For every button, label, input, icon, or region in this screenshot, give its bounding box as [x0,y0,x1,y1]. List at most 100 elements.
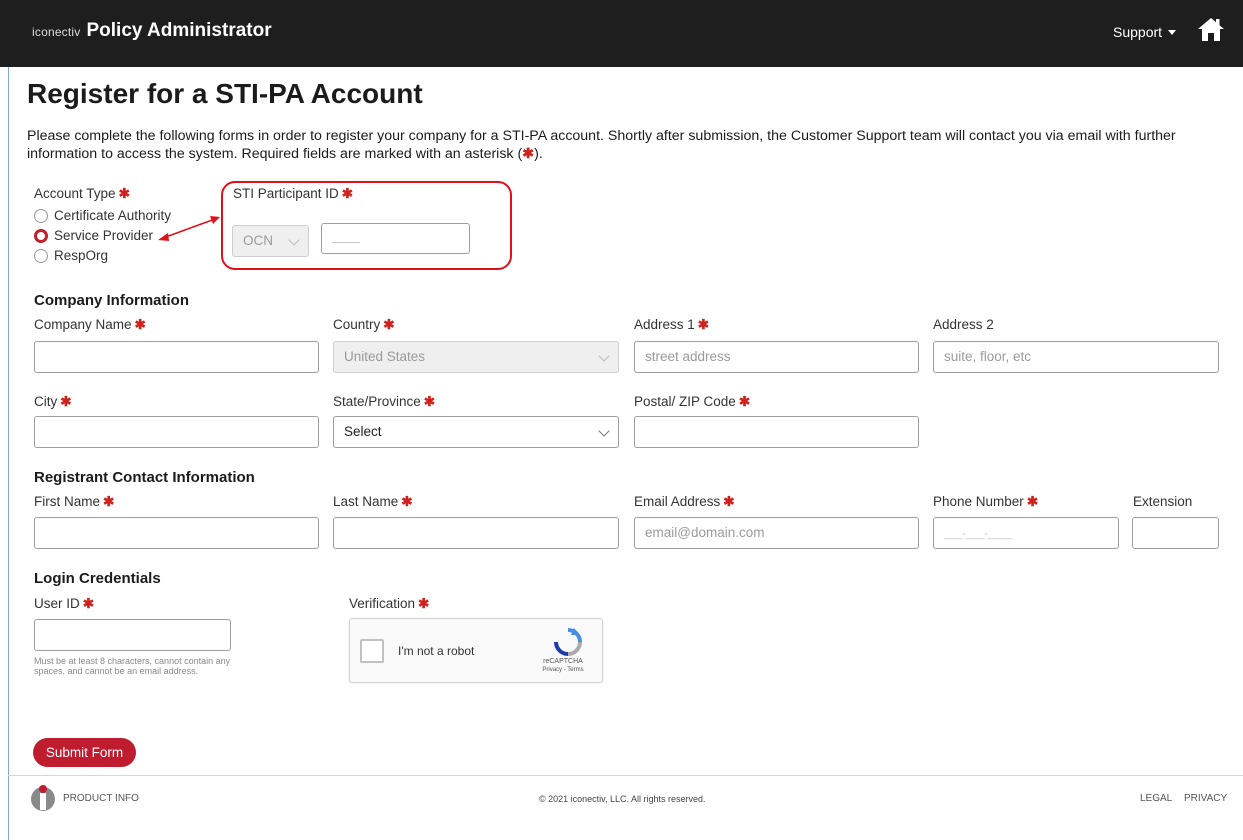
section-contact-information: Registrant Contact Information [34,469,255,486]
required-asterisk: ✱ [82,596,95,611]
footer-copyright: © 2021 iconectiv, LLC. All rights reserv… [539,794,706,804]
required-asterisk: ✱ [522,146,535,162]
extension-label: Extension [1133,494,1192,509]
verification-label-text: Verification [349,596,416,611]
address1-label: Address 1 ✱ [634,317,709,333]
radio-button[interactable] [34,208,48,223]
section-company-information: Company Information [34,292,190,309]
support-label: Support [1113,24,1163,40]
chevron-down-icon [598,350,610,362]
page-title: Register for a STI-PA Account [27,78,423,109]
userid-label-text: User ID [34,596,80,611]
required-asterisk: ✱ [418,596,430,611]
radio-label: RespOrg [54,248,109,263]
country-label-text: Country [333,317,381,332]
last-name-input[interactable] [333,517,619,549]
zip-label: Postal/ ZIP Code ✱ [634,394,750,410]
submit-form-button[interactable]: Submit Form [33,738,136,767]
brand-company: iconectiv [32,25,81,39]
address2-input[interactable]: suite, floor, etc [933,341,1219,373]
email-label: Email Address ✱ [634,494,735,510]
brand[interactable]: iconectiv Policy Administrator [32,20,272,42]
state-select[interactable]: Select [333,416,619,448]
address1-input[interactable]: street address [634,341,919,373]
recaptcha-widget: I'm not a robot reCAPTCHA Privacy - Term… [349,618,603,683]
participant-id-input[interactable] [321,223,470,254]
radio-resporg[interactable]: RespOrg [34,248,108,263]
participant-id-type-value: OCN [243,233,273,248]
required-asterisk: ✱ [401,494,413,509]
address2-label: Address 2 [933,317,994,332]
required-asterisk: ✱ [423,394,436,409]
iconectiv-logo-icon[interactable] [29,784,57,812]
recaptcha-brand: reCAPTCHA [543,658,583,665]
participant-id-label-text: STI Participant ID [233,186,339,201]
city-input[interactable] [34,416,319,448]
participant-id-type-select[interactable]: OCN [232,225,309,257]
first-name-input[interactable] [34,517,319,549]
support-menu[interactable]: Support [1113,24,1177,40]
footer-privacy-link[interactable]: PRIVACY [1184,793,1227,804]
home-icon[interactable] [1197,16,1225,42]
required-asterisk: ✱ [1026,494,1039,509]
phone-label-text: Phone Number [933,494,1024,509]
extension-input[interactable] [1132,517,1219,549]
chevron-down-icon [288,234,300,246]
intro-text: Please complete the following forms in o… [27,127,1232,163]
required-asterisk: ✱ [341,186,354,201]
footer-divider [8,775,1243,776]
input-mask-placeholder [332,231,360,243]
company-name-label-text: Company Name [34,317,132,332]
userid-label: User ID ✱ [34,596,94,612]
radio-label: Certificate Authority [54,208,172,223]
account-type-label: Account Type ✱ [34,186,130,202]
required-asterisk: ✱ [118,186,130,201]
state-label: State/Province ✱ [333,394,435,410]
address2-placeholder: suite, floor, etc [944,349,1032,364]
address1-placeholder: street address [645,349,731,364]
recaptcha-text: I'm not a robot [398,644,475,658]
radio-service-provider[interactable]: Service Provider [34,228,153,243]
top-navbar: iconectiv Policy Administrator Support [0,0,1243,67]
company-name-label: Company Name ✱ [34,317,146,333]
zip-input[interactable] [634,416,919,448]
section-login-credentials: Login Credentials [34,570,161,587]
recaptcha-logo-icon [554,628,582,656]
intro-text-end: ). [534,146,543,162]
city-label-text: City [34,394,58,409]
required-asterisk: ✱ [134,317,146,332]
radio-button-selected[interactable] [34,228,48,243]
footer-legal-link[interactable]: LEGAL [1140,793,1172,804]
required-asterisk: ✱ [697,317,710,332]
radio-certificate-authority[interactable]: Certificate Authority [34,208,171,223]
first-name-label-text: First Name [34,494,101,509]
intro-text-main: Please complete the following forms in o… [27,128,1176,162]
city-label: City ✱ [34,394,72,410]
phone-placeholder: ___-___-____ [944,528,1013,540]
required-asterisk: ✱ [60,394,72,409]
company-name-input[interactable] [34,341,319,373]
phone-label: Phone Number ✱ [933,494,1038,510]
email-input[interactable]: email@domain.com [634,517,919,549]
recaptcha-checkbox[interactable] [360,639,384,663]
footer-product-info-link[interactable]: PRODUCT INFO [63,793,139,804]
chevron-down-icon [598,425,610,437]
country-select[interactable]: United States [333,341,619,373]
page-left-border [8,67,9,840]
address1-label-text: Address 1 [634,317,695,332]
phone-input[interactable]: ___-___-____ [933,517,1119,549]
radio-button[interactable] [34,248,48,263]
required-asterisk: ✱ [383,317,395,332]
recaptcha-links[interactable]: Privacy - Terms [526,667,600,673]
email-placeholder: email@domain.com [645,525,765,540]
annotation-arrow [158,216,220,241]
last-name-label-text: Last Name [333,494,399,509]
extension-label-text: Extension [1133,494,1193,509]
country-label: Country ✱ [333,317,395,333]
zip-label-text: Postal/ ZIP Code [634,394,736,409]
last-name-label: Last Name ✱ [333,494,413,510]
userid-input[interactable] [34,619,231,651]
brand-title: Policy Administrator [86,20,272,41]
userid-help-text: Must be at least 8 characters, cannot co… [34,656,231,676]
state-value: Select [344,424,382,439]
